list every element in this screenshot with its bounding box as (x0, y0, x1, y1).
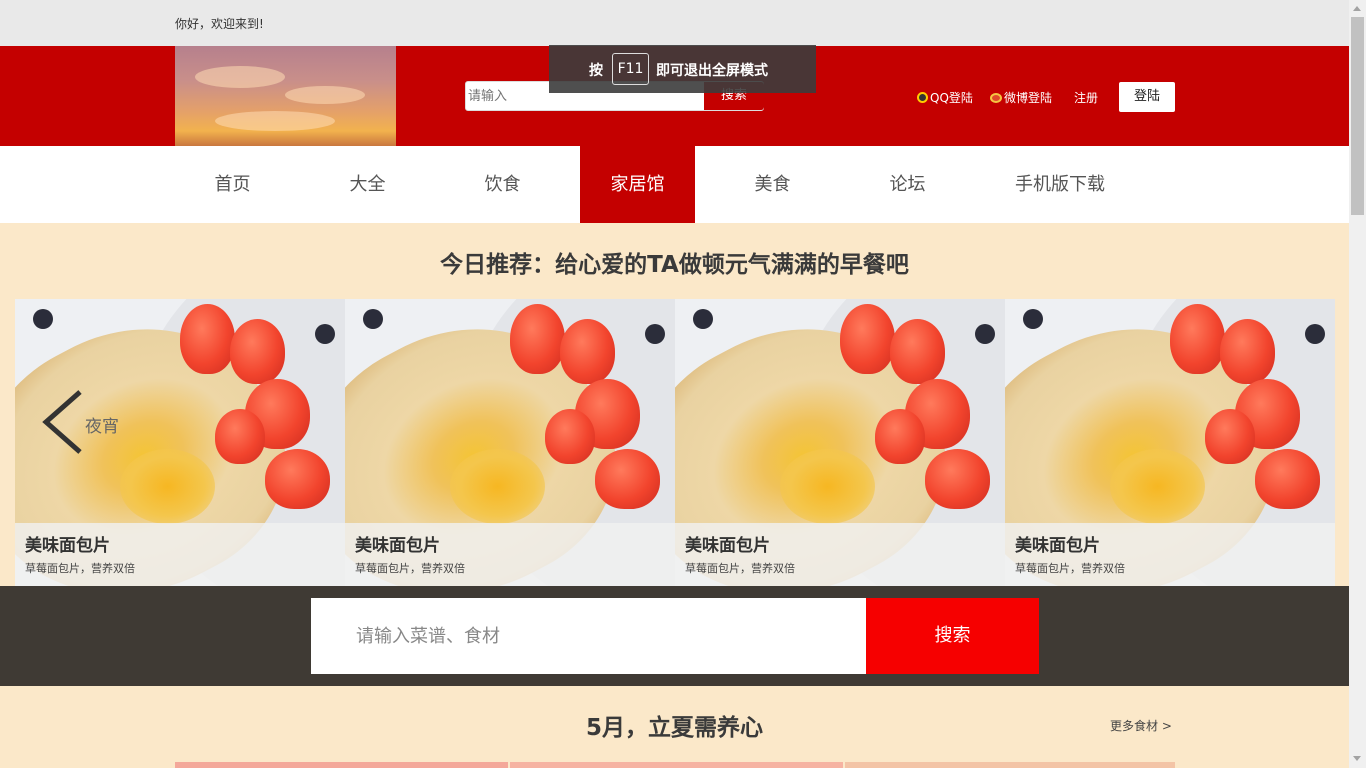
welcome-text: 你好，欢迎来到! (175, 17, 264, 31)
scroll-down-icon[interactable] (1353, 756, 1361, 761)
scrollbar-thumb[interactable] (1351, 17, 1364, 215)
vertical-scrollbar[interactable] (1349, 0, 1366, 768)
recipe-search-button[interactable]: 搜索 (866, 598, 1039, 674)
card-caption: 美味面包片 草莓面包片，营养双倍 (345, 523, 675, 586)
logo-image[interactable] (175, 46, 396, 146)
card-title: 美味面包片 (355, 536, 440, 556)
section-thumbnail[interactable] (510, 762, 843, 768)
recipe-search-input[interactable] (311, 598, 866, 674)
weibo-login-link[interactable]: 微博登陆 (990, 89, 1052, 106)
card-caption: 美味面包片 草莓面包片，营养双倍 (15, 523, 345, 586)
qq-login-label: QQ登陆 (930, 91, 973, 105)
scroll-up-icon[interactable] (1353, 6, 1361, 11)
f11-key: F11 (612, 53, 649, 85)
page: 你好，欢迎来到! 搜索 QQ登陆 微博登陆 注册 登陆 首页 大全 饮食 家居馆… (0, 0, 1349, 768)
register-link[interactable]: 注册 (1074, 89, 1098, 106)
nav-item-diet[interactable]: 饮食 (445, 146, 560, 223)
qq-login-link[interactable]: QQ登陆 (917, 89, 973, 106)
fullscreen-notice-prefix: 按 (589, 63, 603, 79)
fullscreen-notice-text: 即可退出全屏模式 (656, 63, 768, 79)
section-thumbnail[interactable] (845, 762, 1175, 768)
recipe-card[interactable]: 美味面包片 草莓面包片，营养双倍 (1005, 299, 1335, 586)
weibo-login-label: 微博登陆 (1004, 91, 1053, 105)
top-bar: 你好，欢迎来到! (0, 0, 1349, 46)
card-desc: 草莓面包片，营养双倍 (1015, 562, 1125, 575)
card-desc: 草莓面包片，营养双倍 (355, 562, 465, 575)
nav-item-food[interactable]: 美食 (715, 146, 830, 223)
nav-item-mobile-download[interactable]: 手机版下载 (995, 146, 1125, 223)
card-desc: 草莓面包片，营养双倍 (25, 562, 135, 575)
carousel-prev-label[interactable]: 夜宵 (85, 412, 119, 437)
qq-icon (917, 92, 928, 103)
card-desc: 草莓面包片，营养双倍 (685, 562, 795, 575)
chevron-left-icon[interactable] (40, 388, 85, 458)
section-thumbnail[interactable] (175, 762, 508, 768)
nav-item-encyclopedia[interactable]: 大全 (310, 146, 425, 223)
login-button[interactable]: 登陆 (1119, 82, 1175, 112)
recipe-card[interactable]: 美味面包片 草莓面包片，营养双倍 (345, 299, 675, 586)
nav-item-forum[interactable]: 论坛 (850, 146, 965, 223)
nav-item-home-living[interactable]: 家居馆 (580, 146, 695, 223)
card-title: 美味面包片 (685, 536, 770, 556)
card-title: 美味面包片 (1015, 536, 1100, 556)
card-caption: 美味面包片 草莓面包片，营养双倍 (1005, 523, 1335, 586)
recommend-title: 今日推荐：给心爱的TA做顿元气满满的早餐吧 (440, 252, 909, 278)
recommend-carousel: 美味面包片 草莓面包片，营养双倍 美味面包片 草莓面包片，营养双倍 美味面包片 … (15, 299, 1335, 586)
card-title: 美味面包片 (25, 536, 110, 556)
recipe-search-band: 搜索 (0, 586, 1349, 686)
recipe-card[interactable]: 美味面包片 草莓面包片，营养双倍 (675, 299, 1005, 586)
more-ingredients-link[interactable]: 更多食材 > (1110, 717, 1172, 734)
card-caption: 美味面包片 草莓面包片，营养双倍 (675, 523, 1005, 586)
nav-item-home[interactable]: 首页 (175, 146, 290, 223)
fullscreen-notice: 按 F11 即可退出全屏模式 (549, 45, 816, 93)
weibo-icon (990, 93, 1002, 103)
main-nav: 首页 大全 饮食 家居馆 美食 论坛 手机版下载 (0, 146, 1349, 223)
